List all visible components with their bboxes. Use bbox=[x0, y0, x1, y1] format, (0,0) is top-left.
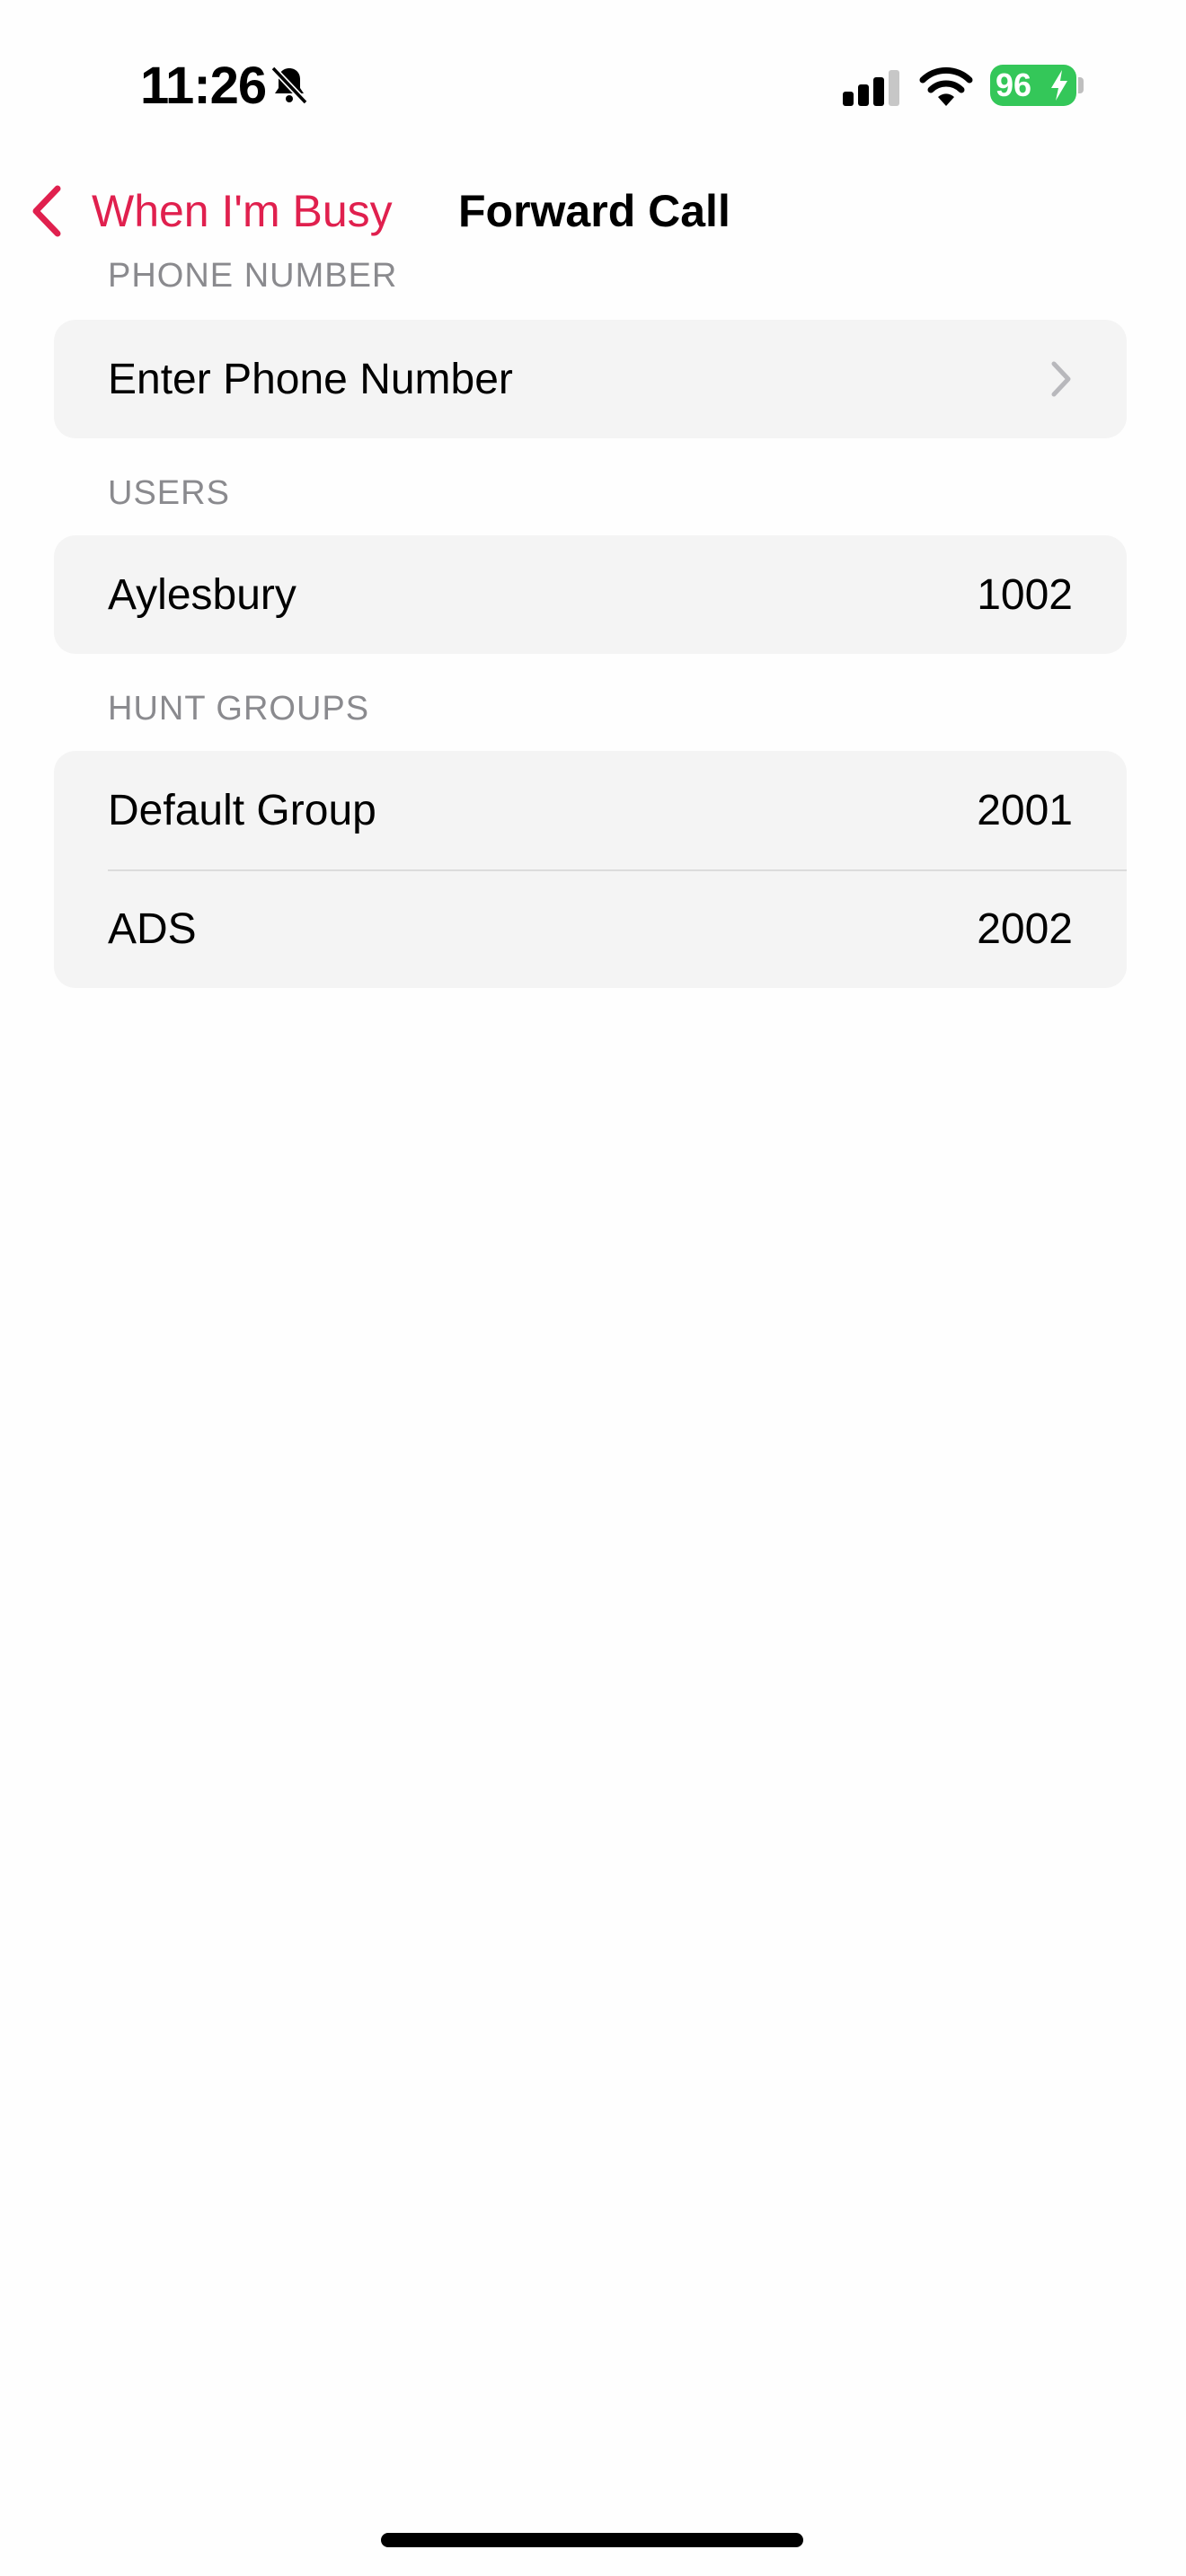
battery-nub bbox=[1078, 77, 1084, 93]
chevron-left-icon bbox=[32, 185, 61, 237]
hunt-group-name: Default Group bbox=[108, 786, 376, 834]
home-indicator[interactable] bbox=[381, 2533, 803, 2547]
hunt-group-row[interactable]: ADS 2002 bbox=[54, 869, 1127, 988]
bolt-icon bbox=[1051, 70, 1067, 101]
cellular-signal-icon bbox=[843, 70, 899, 106]
back-label: When I'm Busy bbox=[92, 186, 393, 236]
back-button[interactable]: When I'm Busy bbox=[27, 171, 393, 251]
bell-slash-icon bbox=[270, 66, 308, 105]
enter-phone-number-row[interactable]: Enter Phone Number bbox=[54, 320, 1127, 438]
navigation-bar: When I'm Busy Forward Call bbox=[0, 171, 1186, 251]
user-extension: 1002 bbox=[977, 570, 1073, 619]
user-name: Aylesbury bbox=[108, 570, 296, 619]
status-bar: 11:26 96 bbox=[0, 0, 1186, 171]
chevron-right-icon bbox=[1051, 361, 1071, 397]
status-time: 11:26 bbox=[140, 57, 267, 115]
battery-level: 96 bbox=[996, 66, 1032, 103]
hunt-group-extension: 2002 bbox=[977, 904, 1073, 953]
hunt-group-name: ADS bbox=[108, 904, 197, 953]
section-header-users: USERS bbox=[108, 474, 230, 512]
battery-charging-icon: 96 bbox=[990, 65, 1076, 106]
users-group: Aylesbury 1002 bbox=[54, 535, 1127, 654]
user-row[interactable]: Aylesbury 1002 bbox=[54, 535, 1127, 654]
wifi-icon bbox=[919, 66, 973, 106]
hunt-groups-group: Default Group 2001 ADS 2002 bbox=[54, 751, 1127, 988]
phone-number-group: Enter Phone Number bbox=[54, 320, 1127, 438]
page-title: Forward Call bbox=[458, 186, 730, 236]
section-header-hunt-groups: HUNT GROUPS bbox=[108, 690, 370, 728]
hunt-group-row[interactable]: Default Group 2001 bbox=[54, 751, 1127, 869]
enter-phone-number-label: Enter Phone Number bbox=[108, 355, 513, 403]
section-header-phone-number: PHONE NUMBER bbox=[108, 257, 398, 295]
hunt-group-extension: 2001 bbox=[977, 786, 1073, 834]
